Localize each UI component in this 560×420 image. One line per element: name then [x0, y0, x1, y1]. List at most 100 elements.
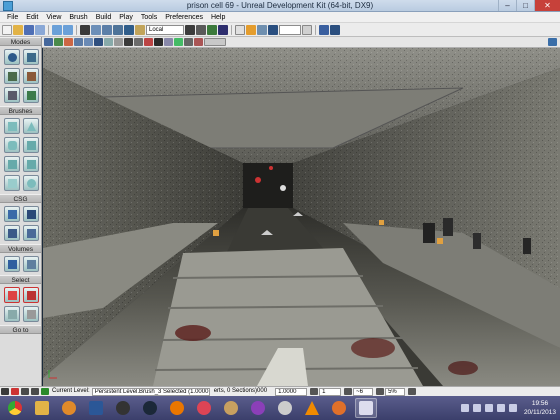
- menu-preferences[interactable]: Preferences: [161, 12, 207, 22]
- taskbar-chrome[interactable]: [4, 398, 26, 418]
- play-in-editor-icon[interactable]: [319, 24, 329, 35]
- scale-icon[interactable]: [113, 24, 123, 35]
- taskbar-vlc[interactable]: [301, 398, 323, 418]
- light-complexity-icon[interactable]: [124, 38, 133, 46]
- undo-icon[interactable]: [52, 24, 62, 35]
- menu-tools[interactable]: Tools: [137, 12, 161, 22]
- curved-stair-brush-button[interactable]: [23, 137, 39, 153]
- sphere-brush-button[interactable]: [23, 175, 39, 191]
- cylinder-brush-button[interactable]: [4, 137, 20, 153]
- cube-brush-button[interactable]: [4, 118, 20, 134]
- menu-play[interactable]: Play: [115, 12, 137, 22]
- menu-file[interactable]: File: [3, 12, 22, 22]
- non-uniform-scale-icon[interactable]: [124, 24, 134, 35]
- lit-icon[interactable]: [84, 38, 93, 46]
- grid-size-field[interactable]: 1: [319, 387, 342, 396]
- actor-icon[interactable]: [269, 166, 273, 170]
- viewport-type-icon[interactable]: [44, 38, 53, 46]
- lock-icon[interactable]: [21, 388, 29, 395]
- csg-deintersect-button[interactable]: [23, 225, 39, 241]
- build-all-icon[interactable]: [268, 24, 278, 35]
- new-icon[interactable]: [2, 24, 12, 35]
- build-lighting-icon[interactable]: [246, 24, 256, 35]
- lighting-quality-field[interactable]: [279, 24, 301, 35]
- binoculars-icon[interactable]: [185, 24, 195, 35]
- special-brush-button[interactable]: [23, 256, 39, 272]
- terrain-mode-button[interactable]: [4, 68, 20, 84]
- kismet-icon[interactable]: [196, 24, 206, 35]
- taskbar-app-blender[interactable]: [166, 398, 188, 418]
- menu-build[interactable]: Build: [92, 12, 116, 22]
- game-view-icon[interactable]: [174, 38, 183, 46]
- save-icon[interactable]: [24, 24, 34, 35]
- csg-intersect-button[interactable]: [4, 225, 20, 241]
- perspective-viewport[interactable]: [43, 48, 560, 386]
- save-all-icon[interactable]: [35, 24, 45, 35]
- csg-add-button[interactable]: [4, 206, 20, 222]
- translate-icon[interactable]: [91, 24, 101, 35]
- lock-icon[interactable]: [194, 38, 203, 46]
- lightmap-density-icon[interactable]: [154, 38, 163, 46]
- texture-mode-button[interactable]: [23, 68, 39, 84]
- texture-density-icon[interactable]: [134, 38, 143, 46]
- mesh-paint-mode-button[interactable]: [4, 87, 20, 103]
- sheet-brush-button[interactable]: [4, 175, 20, 191]
- camera-speed-icon[interactable]: [184, 38, 193, 46]
- taskbar-udk[interactable]: [355, 398, 377, 418]
- content-browser-icon[interactable]: [218, 24, 228, 35]
- grid-snap-icon[interactable]: [310, 388, 319, 395]
- unlit-icon[interactable]: [74, 38, 83, 46]
- taskbar-file-explorer[interactable]: [31, 398, 53, 418]
- maximize-viewport-icon[interactable]: [548, 38, 557, 46]
- lighting-only-icon[interactable]: [114, 38, 123, 46]
- play-on-pc-icon[interactable]: [330, 24, 340, 35]
- open-icon[interactable]: [13, 24, 23, 35]
- toggle-icon[interactable]: [135, 24, 145, 35]
- play-settings-icon[interactable]: [302, 24, 312, 35]
- flag-icon[interactable]: [508, 404, 517, 412]
- current-level-field[interactable]: Persistent Level.Brush_3 Selected (1.000…: [91, 387, 210, 396]
- drag-grid-icon[interactable]: [1, 388, 9, 395]
- taskbar-app-ring[interactable]: [193, 398, 215, 418]
- camera-mode-button[interactable]: [4, 49, 20, 65]
- search-icon[interactable]: [80, 24, 90, 35]
- add-volume-button[interactable]: [4, 256, 20, 272]
- tray-icon[interactable]: [472, 404, 481, 412]
- taskbar-steam[interactable]: [139, 398, 161, 418]
- spiral-stair-brush-button[interactable]: [23, 156, 39, 172]
- rotate-icon[interactable]: [102, 24, 112, 35]
- show-selected-button[interactable]: [4, 287, 20, 303]
- taskbar-app-wave[interactable]: [274, 398, 296, 418]
- taskbar-media-player[interactable]: [58, 398, 80, 418]
- geometry-mode-button[interactable]: [23, 49, 39, 65]
- cone-brush-button[interactable]: [23, 118, 39, 134]
- menu-help[interactable]: Help: [207, 12, 229, 22]
- invert-selection-button[interactable]: [4, 306, 20, 322]
- feature-level-field[interactable]: [204, 38, 226, 46]
- menu-brush[interactable]: Brush: [65, 12, 91, 22]
- clock[interactable]: 19:56 20/11/2013: [524, 399, 556, 417]
- menu-view[interactable]: View: [42, 12, 65, 22]
- actor-icon[interactable]: [255, 177, 261, 183]
- build-paths-icon[interactable]: [257, 24, 267, 35]
- show-flags-icon[interactable]: [54, 38, 63, 46]
- scale-snap-icon[interactable]: [376, 388, 385, 395]
- maximize-button[interactable]: □: [516, 0, 534, 11]
- foliage-mode-button[interactable]: [23, 87, 39, 103]
- network-icon[interactable]: [484, 404, 493, 412]
- show-all-button[interactable]: [23, 306, 39, 322]
- wireframe-icon[interactable]: [94, 38, 103, 46]
- scale-snap-field[interactable]: 5%: [385, 387, 406, 396]
- drag-value-field[interactable]: 1.0000: [275, 387, 308, 396]
- linear-stair-brush-button[interactable]: [4, 156, 20, 172]
- csg-subtract-button[interactable]: [23, 206, 39, 222]
- brush-wireframe-icon[interactable]: [104, 38, 113, 46]
- shader-complexity-icon[interactable]: [144, 38, 153, 46]
- taskbar-app-g[interactable]: [112, 398, 134, 418]
- close-button[interactable]: ✕: [534, 0, 560, 11]
- hide-selected-button[interactable]: [23, 287, 39, 303]
- taskbar-app-boat[interactable]: [220, 398, 242, 418]
- redo-icon[interactable]: [63, 24, 73, 35]
- taskbar-word[interactable]: [85, 398, 107, 418]
- menu-edit[interactable]: Edit: [22, 12, 42, 22]
